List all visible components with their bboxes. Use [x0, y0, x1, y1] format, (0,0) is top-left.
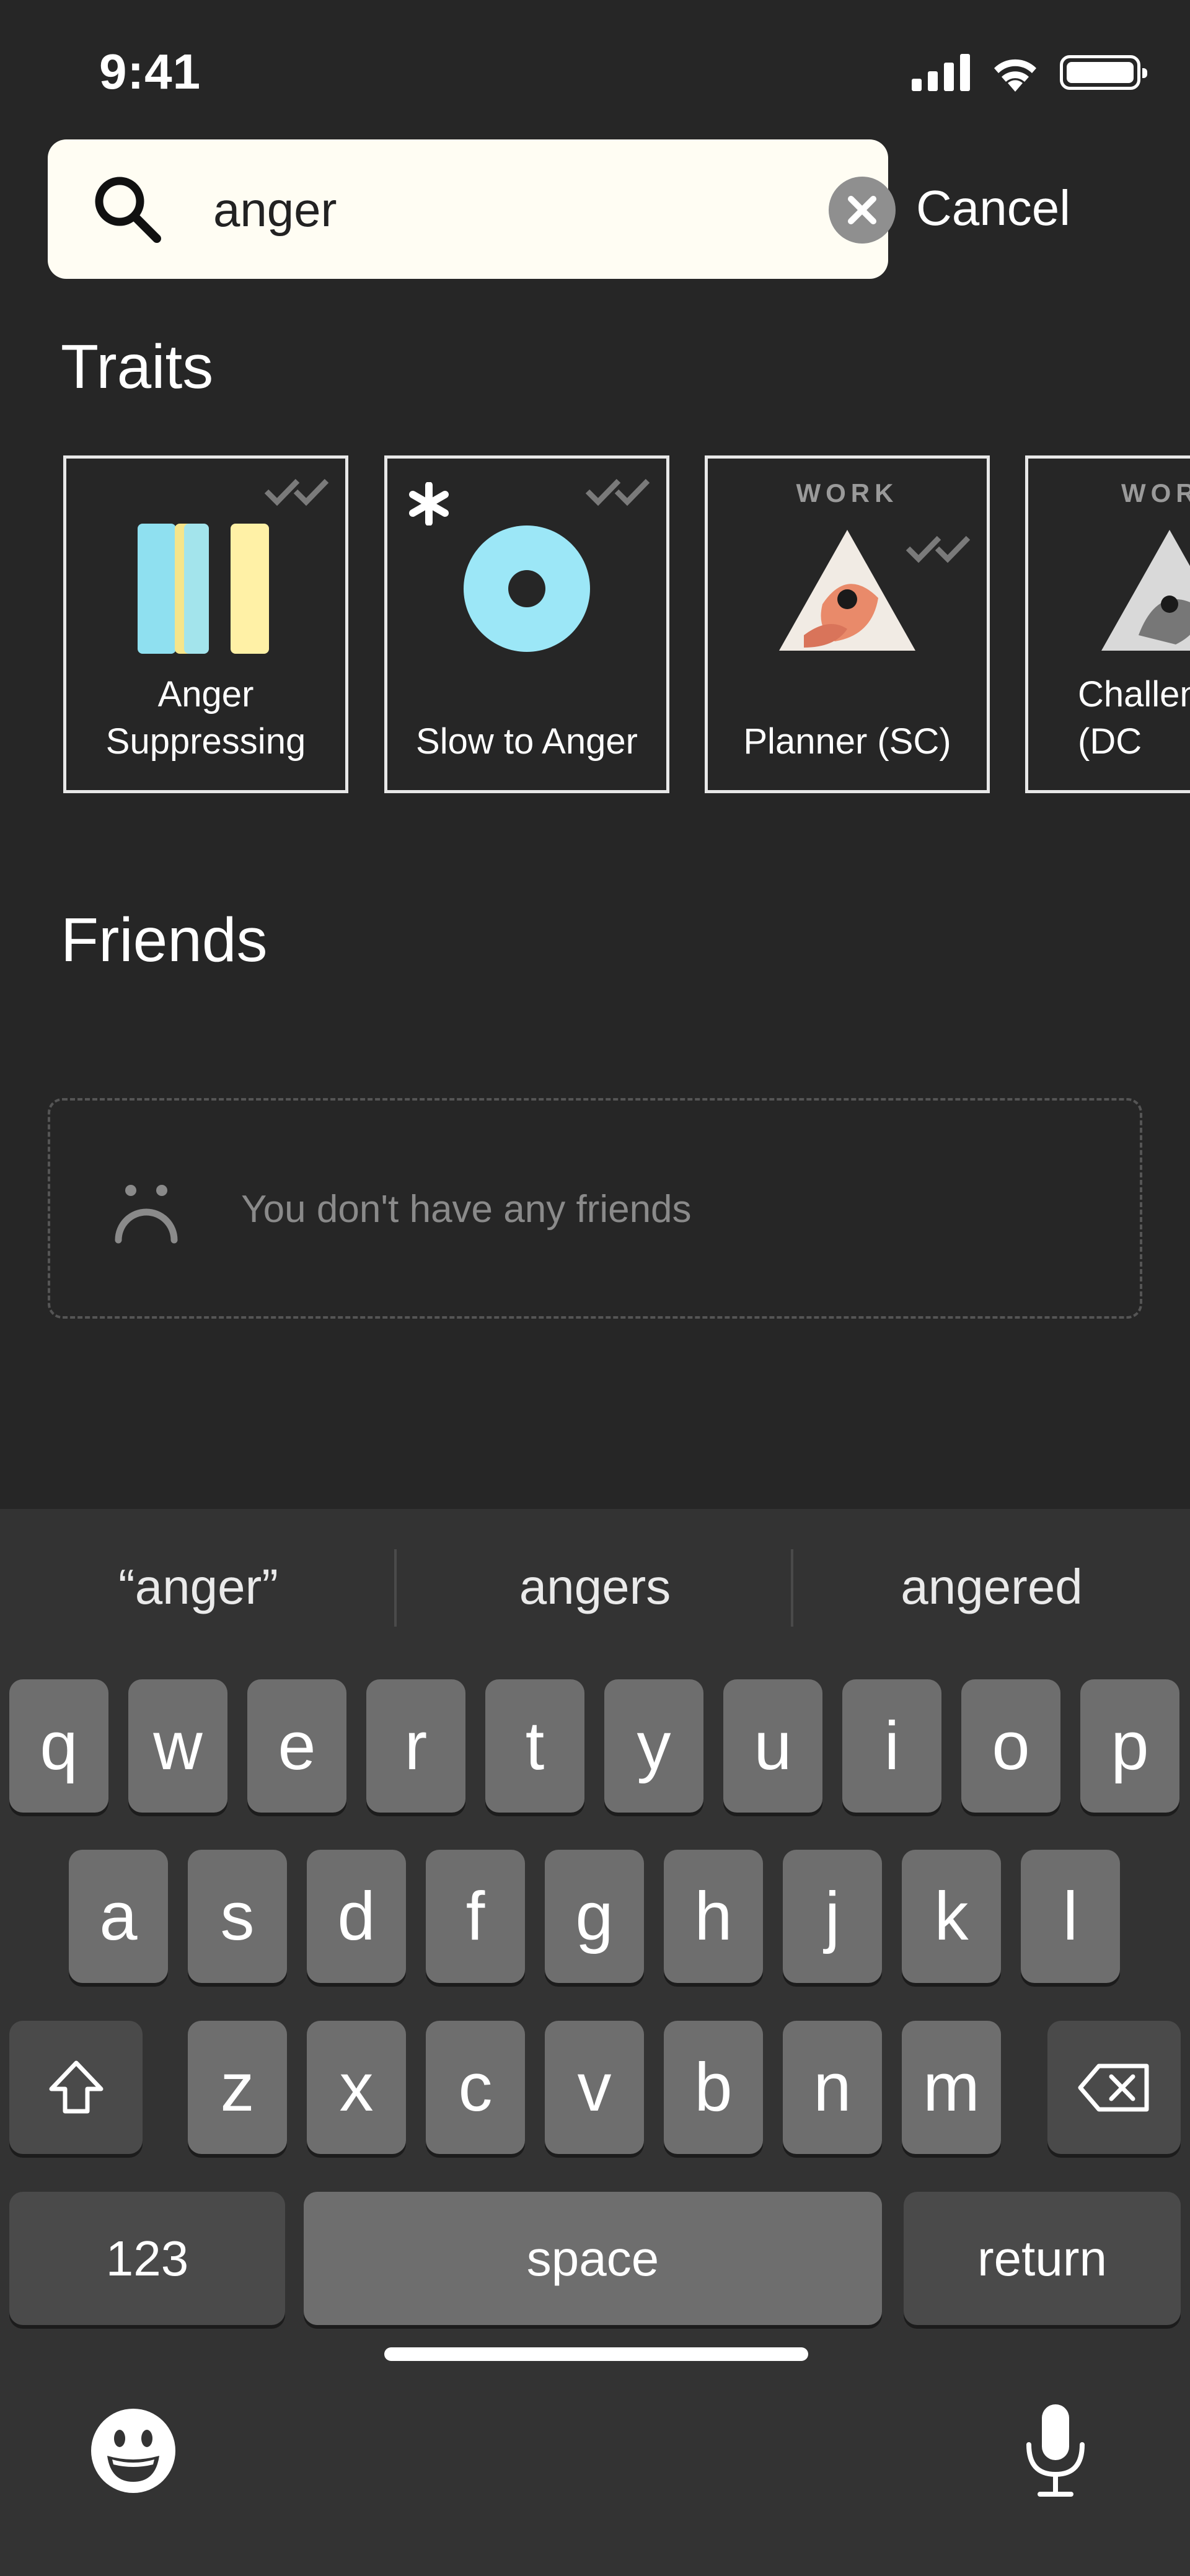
numbers-key[interactable]: 123 — [9, 2192, 285, 2325]
friends-heading: Friends — [61, 905, 268, 975]
key-r[interactable]: r — [366, 1679, 465, 1813]
key-t[interactable]: t — [485, 1679, 584, 1813]
key-o[interactable]: o — [961, 1679, 1060, 1813]
wifi-icon — [994, 59, 1036, 92]
clear-search-button[interactable] — [829, 177, 896, 244]
status-icons — [912, 51, 1147, 94]
suggestion-bar: “anger” angers angered — [0, 1509, 1190, 1670]
key-g[interactable]: g — [545, 1850, 644, 1983]
trait-card-anger-suppressing[interactable]: Anger Suppressing — [63, 455, 348, 793]
emoji-icon[interactable] — [90, 2407, 177, 2494]
key-a[interactable]: a — [69, 1850, 168, 1983]
key-c[interactable]: c — [426, 2021, 525, 2154]
key-i[interactable]: i — [842, 1679, 941, 1813]
work-tag: WORK — [796, 478, 899, 508]
traits-heading: Traits — [61, 332, 214, 402]
key-e[interactable]: e — [247, 1679, 346, 1813]
key-u[interactable]: u — [723, 1679, 822, 1813]
double-check-icon — [264, 478, 329, 506]
trait-card-label: Challen (DC — [1078, 674, 1190, 762]
backspace-key[interactable] — [1047, 2021, 1181, 2154]
key-l[interactable]: l — [1021, 1850, 1120, 1983]
key-v[interactable]: v — [545, 2021, 644, 2154]
trait-card-challenger-dc[interactable]: WOR Challen (DC — [1025, 455, 1190, 793]
key-j[interactable]: j — [783, 1850, 882, 1983]
key-z[interactable]: z — [188, 2021, 287, 2154]
work-tag: WOR — [1121, 478, 1190, 508]
donut-icon — [464, 525, 590, 652]
keyboard: “anger” angers angered q w e r t y u i o… — [0, 1509, 1190, 2576]
friends-empty-state: You don't have any friends — [48, 1098, 1142, 1319]
trait-card-slow-to-anger[interactable]: Slow to Anger — [384, 455, 669, 793]
backspace-icon — [1078, 2064, 1148, 2111]
home-indicator[interactable] — [384, 2347, 808, 2361]
triangle-art-icon — [1101, 530, 1190, 651]
shift-icon — [49, 2060, 103, 2113]
trait-card-label: Anger Suppressing — [105, 674, 306, 762]
space-key[interactable]: space — [304, 2192, 882, 2325]
close-icon — [848, 196, 876, 224]
bars-icon — [138, 524, 269, 654]
key-q[interactable]: q — [9, 1679, 108, 1813]
trait-card-label: Slow to Anger — [416, 721, 638, 762]
suggestion-item[interactable]: angers — [397, 1558, 793, 1615]
key-d[interactable]: d — [307, 1850, 406, 1983]
key-p[interactable]: p — [1080, 1679, 1179, 1813]
asterisk-icon — [409, 482, 449, 525]
search-icon — [95, 177, 161, 243]
triangle-art-icon — [779, 530, 915, 651]
key-h[interactable]: h — [664, 1850, 763, 1983]
signal-icon — [912, 54, 970, 91]
search-input[interactable] — [212, 164, 803, 255]
key-y[interactable]: y — [604, 1679, 703, 1813]
shift-key[interactable] — [9, 2021, 143, 2154]
search-bar[interactable] — [48, 139, 896, 279]
key-b[interactable]: b — [664, 2021, 763, 2154]
cancel-button[interactable]: Cancel — [916, 180, 1070, 237]
key-w[interactable]: w — [128, 1679, 227, 1813]
microphone-icon[interactable] — [1021, 2401, 1090, 2500]
key-n[interactable]: n — [783, 2021, 882, 2154]
sad-face-icon — [115, 1185, 178, 1244]
key-f[interactable]: f — [426, 1850, 525, 1983]
return-key[interactable]: return — [904, 2192, 1181, 2325]
friends-empty-text: You don't have any friends — [241, 1188, 692, 1231]
trait-card-planner-sc[interactable]: WORK Planner (SC) — [705, 455, 990, 793]
suggestion-item[interactable]: “anger” — [0, 1558, 397, 1615]
suggestion-item[interactable]: angered — [793, 1558, 1190, 1615]
trait-card-label: Planner (SC) — [743, 721, 951, 762]
key-m[interactable]: m — [902, 2021, 1001, 2154]
key-k[interactable]: k — [902, 1850, 1001, 1983]
battery-icon — [1060, 55, 1147, 90]
double-check-icon — [585, 478, 650, 506]
key-s[interactable]: s — [188, 1850, 287, 1983]
status-time: 9:41 — [99, 44, 201, 99]
key-x[interactable]: x — [307, 2021, 406, 2154]
